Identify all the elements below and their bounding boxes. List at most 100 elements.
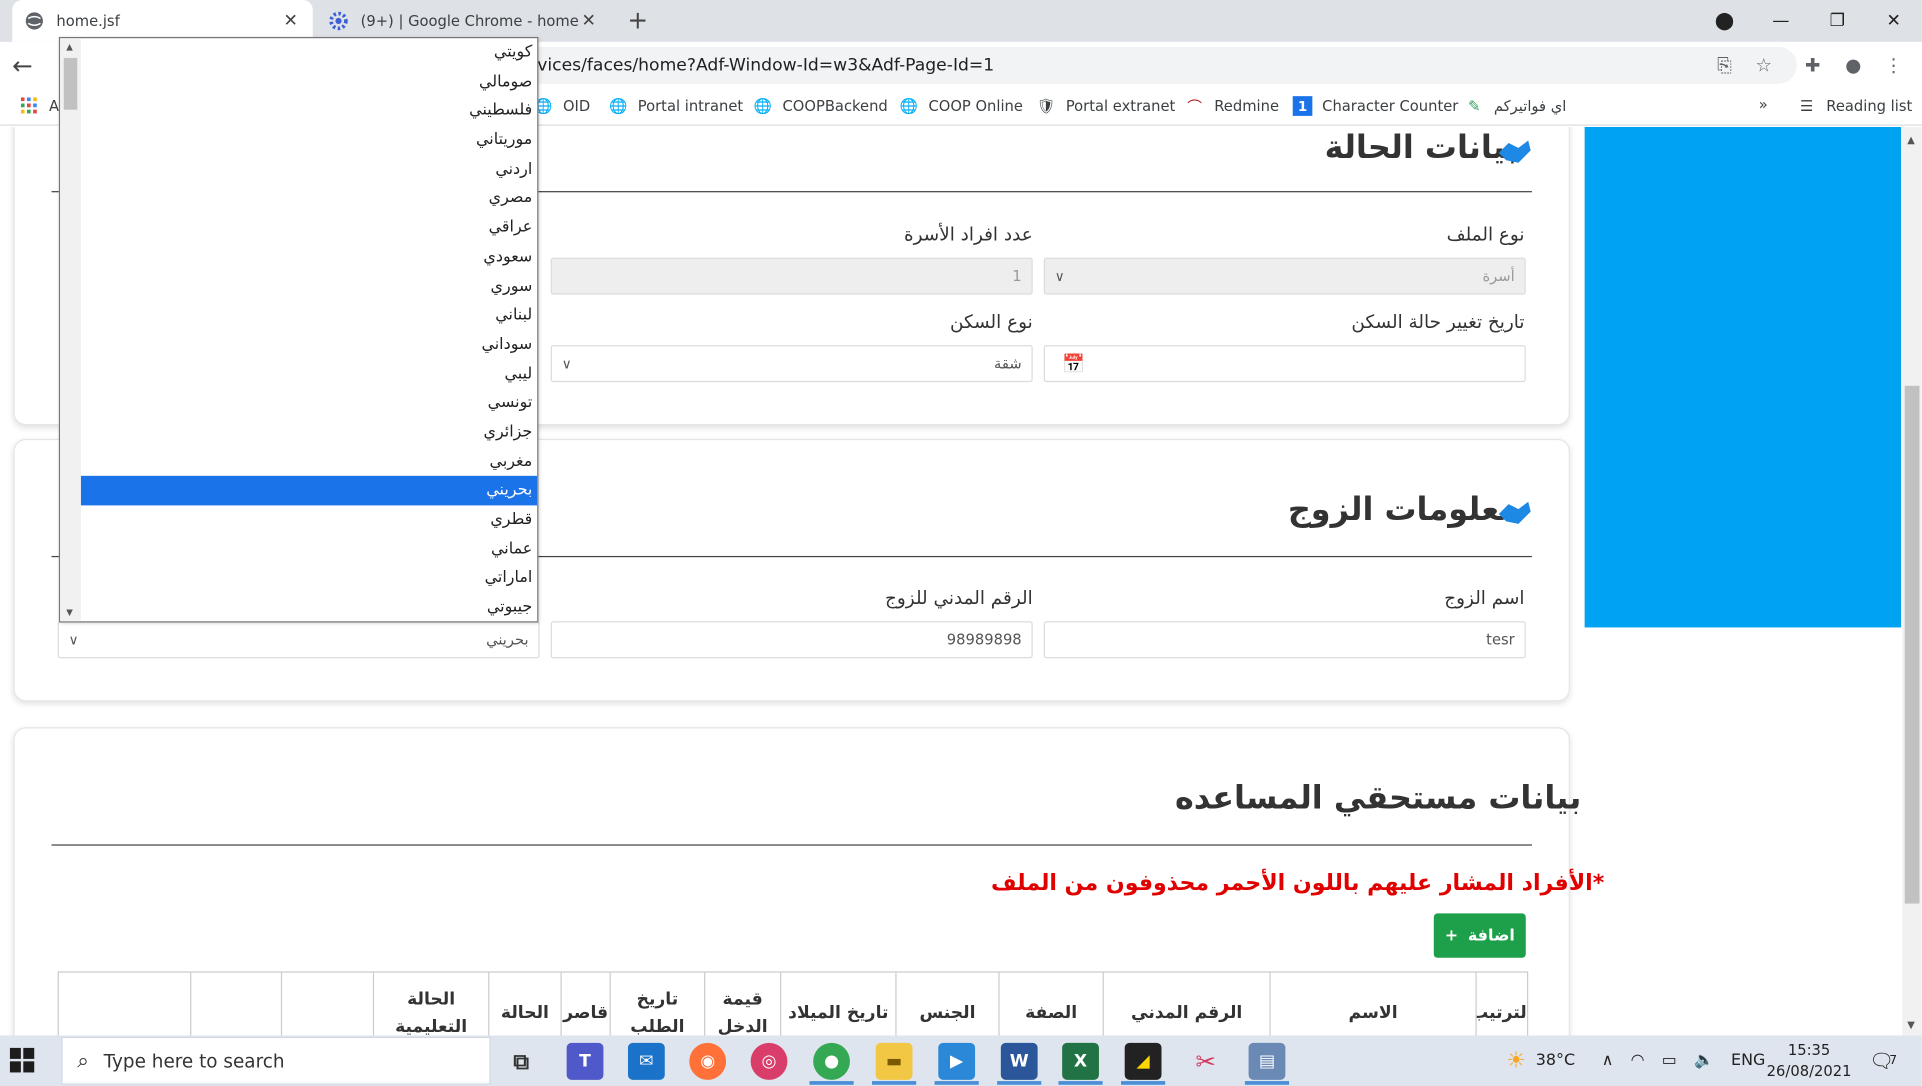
extensions-icon[interactable]: ✚ <box>1801 53 1826 78</box>
sticky-notes-icon[interactable]: ◢ <box>1124 1042 1162 1080</box>
wifi-icon[interactable]: ◠ <box>1631 1051 1645 1069</box>
dropdown-scrollbar-thumb[interactable] <box>63 57 78 110</box>
housing-change-date-label: تاريخ تغيير حالة السكن <box>1351 310 1525 333</box>
housing-type-label: نوع السكن <box>949 310 1033 333</box>
housing-type-select[interactable]: شقة ∨ <box>550 345 1033 383</box>
housing-change-date-input[interactable]: 📅 <box>1043 345 1526 383</box>
scroll-up-icon[interactable]: ▲ <box>66 42 73 52</box>
reading-list[interactable]: ☰ Reading list <box>1797 96 1912 116</box>
dropdown-option[interactable]: تونسي <box>81 389 537 418</box>
back-arrow-icon[interactable]: ← <box>12 51 41 81</box>
bookmark-character-counter[interactable]: 1 Character Counter <box>1292 96 1458 116</box>
dropdown-option[interactable]: مصري <box>81 184 537 213</box>
calendar-icon[interactable]: 📅 <box>1062 353 1085 375</box>
close-window-icon[interactable]: ✕ <box>1866 11 1922 31</box>
husband-nationality-select[interactable]: بحريني ∨ <box>57 621 540 659</box>
close-icon[interactable]: ✕ <box>579 11 599 31</box>
bookmark-invoices[interactable]: ✎ اي فواتيركم <box>1464 96 1566 116</box>
dropdown-option[interactable]: بحريني <box>80 476 538 506</box>
windows-taskbar: ⌕ Type here to search ⧉ T ✉ ◉ ◎ ● ▬ ▶ W … <box>0 1035 1922 1086</box>
firefox-icon[interactable]: ◉ <box>689 1042 727 1080</box>
dropdown-option[interactable]: موريتاني <box>81 126 537 155</box>
scrollbar-thumb[interactable] <box>1904 385 1920 904</box>
dropdown-option[interactable]: عراقي <box>81 213 537 242</box>
file-explorer-icon[interactable]: ▬ <box>875 1042 913 1080</box>
windows-start-icon[interactable] <box>9 1047 35 1073</box>
active-app-indicator <box>1121 1081 1166 1085</box>
battery-icon[interactable]: ▭ <box>1662 1051 1677 1069</box>
bookmark-coop-online[interactable]: 🌐 COOP Online <box>899 96 1023 116</box>
scroll-down-icon[interactable]: ▼ <box>66 608 73 618</box>
bookmark-label: COOP Online <box>928 97 1023 115</box>
dropdown-scrollbar[interactable]: ▲ ▼ <box>60 38 81 622</box>
dropdown-option[interactable]: صومالي <box>81 67 537 96</box>
dropdown-option[interactable]: اماراتي <box>81 564 537 593</box>
husband-section-title: معلومات الزوج <box>1287 491 1520 529</box>
husband-civil-id-input[interactable]: 98989898 <box>550 621 1033 659</box>
active-app-indicator <box>1244 1081 1290 1085</box>
browser-icon[interactable]: ◎ <box>750 1042 788 1080</box>
dropdown-option[interactable]: ليبي <box>81 359 537 388</box>
beneficiaries-table: الترتيب الاسم الرقم المدني الصفة الجنس ت… <box>57 971 1529 1036</box>
bookmark-oid[interactable]: 🌐 OID <box>534 96 590 116</box>
file-type-value: أسرة <box>1482 267 1515 285</box>
new-tab-button[interactable]: + <box>623 5 652 35</box>
clock[interactable]: 15:35 26/08/2021 <box>1766 1040 1852 1082</box>
close-icon[interactable]: ✕ <box>281 11 301 31</box>
menu-dots-icon[interactable]: ⋮ <box>1881 53 1906 78</box>
dropdown-option[interactable]: سوري <box>81 272 537 301</box>
notifications-button[interactable]: 🗨 7 <box>1869 1035 1897 1086</box>
language-indicator[interactable]: ENG <box>1731 1051 1765 1069</box>
dropdown-option[interactable]: سوداني <box>81 330 537 359</box>
bookmark-redmine[interactable]: ⌒ Redmine <box>1185 96 1279 116</box>
dropdown-option[interactable]: فلسطيني <box>81 97 537 126</box>
chevron-up-icon[interactable]: ∧ <box>1602 1051 1614 1069</box>
scroll-down-icon[interactable]: ▼ <box>1907 1019 1915 1030</box>
weather-widget[interactable]: ☀ 38°C <box>1506 1035 1575 1086</box>
bookmark-apps[interactable]: A <box>20 96 59 116</box>
dropdown-option[interactable]: عماني <box>81 535 537 564</box>
profile-menu-icon[interactable]: ⬤ <box>1696 11 1752 31</box>
bookmark-coopbackend[interactable]: 🌐 COOPBackend <box>753 96 888 116</box>
dropdown-option[interactable]: لبناني <box>81 301 537 330</box>
dropdown-option[interactable]: اردني <box>81 155 537 184</box>
bookmark-portal-intranet[interactable]: 🌐 Portal intranet <box>608 96 743 116</box>
col-header <box>280 972 373 1036</box>
bookmarks-overflow[interactable]: » <box>1759 96 1768 113</box>
excel-icon[interactable]: X <box>1062 1042 1099 1080</box>
media-player-icon[interactable]: ▶ <box>938 1042 976 1080</box>
star-icon[interactable]: ☆ <box>1751 53 1776 78</box>
dropdown-option[interactable]: سعودي <box>81 243 537 272</box>
add-beneficiary-button[interactable]: اضافة + <box>1433 913 1526 958</box>
dropdown-option[interactable]: جزائري <box>81 418 537 447</box>
chrome-icon[interactable]: ● <box>813 1042 850 1080</box>
profile-avatar-icon[interactable]: ● <box>1841 53 1866 78</box>
volume-icon[interactable]: 🔈 <box>1694 1051 1714 1069</box>
tab-home[interactable]: home.jsf ✕ <box>12 0 313 42</box>
nationality-dropdown-list[interactable]: ▲ ▼ كويتي صومالي فلسطيني موريتاني اردني مصري ع… <box>58 36 539 623</box>
page-scrollbar[interactable]: ▲ ▼ <box>1902 126 1922 1036</box>
snipping-tool-icon[interactable]: ✂ <box>1187 1043 1224 1080</box>
husband-name-input[interactable]: tesr <box>1043 621 1526 659</box>
word-icon[interactable]: W <box>1000 1042 1038 1080</box>
dropdown-option[interactable]: كويتي <box>81 38 537 67</box>
husband-name-label: اسم الزوج <box>1444 586 1525 609</box>
teams-icon[interactable]: T <box>566 1042 604 1080</box>
bookmark-portal-extranet[interactable]: 🛡 Portal extranet <box>1036 96 1175 116</box>
task-view-icon[interactable]: ⧉ <box>503 1043 540 1080</box>
scroll-up-icon[interactable]: ▲ <box>1907 134 1915 145</box>
translate-icon[interactable]: ⎘ <box>1712 53 1737 78</box>
remote-desktop-icon[interactable]: ▤ <box>1248 1042 1286 1080</box>
handshake-icon <box>1498 140 1531 163</box>
active-app-indicator <box>997 1081 1042 1085</box>
restore-icon[interactable]: ❐ <box>1809 11 1865 31</box>
dropdown-option[interactable]: قطري <box>81 505 537 534</box>
taskbar-search-input[interactable]: ⌕ Type here to search <box>61 1036 491 1085</box>
globe-icon: 🌐 <box>753 97 773 115</box>
tab-google-chrome[interactable]: (9+) | Google Chrome - home.jsf ✕ <box>316 0 610 42</box>
col-header: الحالة التعليمية <box>372 972 488 1036</box>
minimize-icon[interactable]: — <box>1753 11 1809 31</box>
dropdown-option[interactable]: مغربي <box>81 447 537 476</box>
dropdown-option[interactable]: جيبوتي <box>81 593 537 621</box>
mail-icon[interactable]: ✉ <box>627 1042 665 1080</box>
